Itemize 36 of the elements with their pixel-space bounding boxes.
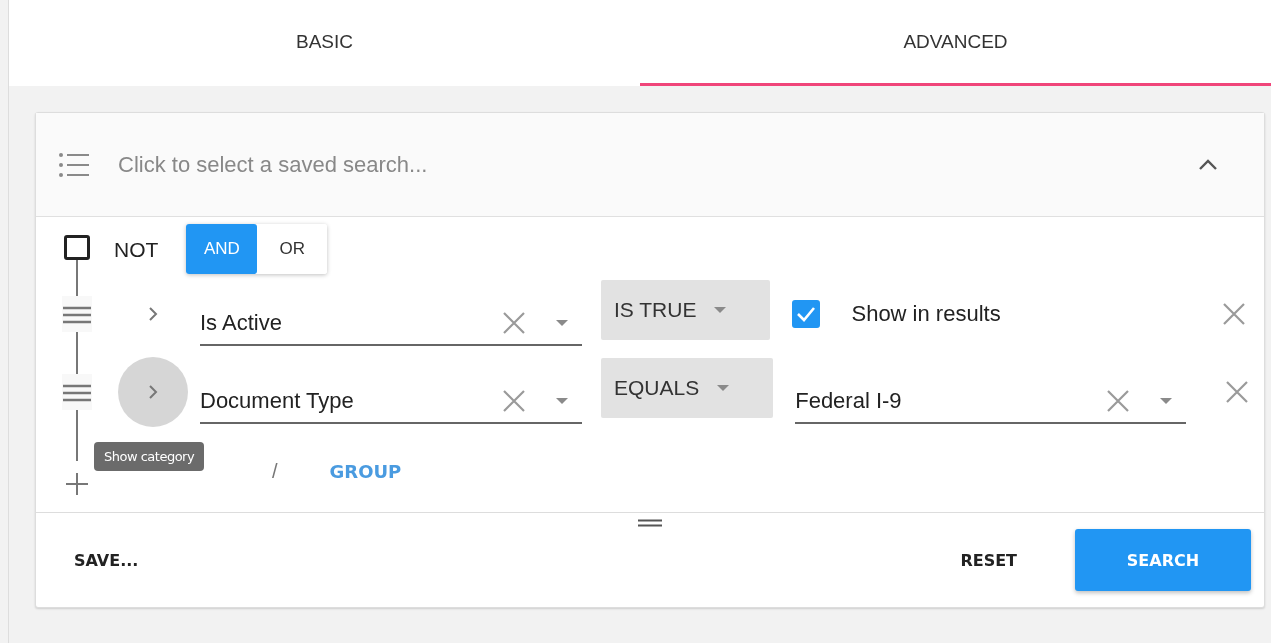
check-icon [796, 306, 817, 322]
drag-icon [63, 384, 91, 402]
field-select[interactable]: Document Type [200, 380, 582, 424]
clear-icon[interactable] [502, 389, 526, 413]
clear-icon[interactable] [1106, 389, 1131, 413]
saved-search-field[interactable]: Click to select a saved search... [116, 150, 1198, 179]
add-icon[interactable] [66, 473, 88, 495]
dropdown-caret-icon[interactable] [714, 307, 727, 313]
tooltip: Show category [94, 442, 205, 471]
show-checkbox[interactable] [792, 300, 821, 328]
dropdown-caret-icon[interactable] [556, 398, 568, 404]
remove-rule-icon[interactable] [1222, 302, 1247, 326]
remove-rule-icon[interactable] [1225, 380, 1250, 404]
resize-handle-icon[interactable] [638, 519, 662, 527]
reset-button[interactable]: RESET [960, 550, 1017, 570]
separator: / [272, 459, 278, 483]
dropdown-caret-icon[interactable] [556, 320, 568, 326]
not-label: NOT [114, 238, 159, 262]
dropdown-caret-icon[interactable] [717, 385, 730, 391]
clear-icon[interactable] [502, 311, 526, 335]
list-icon [58, 151, 90, 178]
checkbox-label: Show in results [851, 301, 1001, 327]
field-select[interactable]: Is Active [200, 302, 582, 346]
dropdown-caret-icon[interactable] [1160, 398, 1173, 404]
save-button[interactable]: SAVE... [74, 550, 139, 570]
chevron-right-icon [148, 306, 158, 322]
chevron-right-icon [148, 384, 158, 400]
collapse-icon[interactable] [1198, 158, 1218, 171]
not-checkbox[interactable] [64, 235, 90, 260]
operator-select[interactable]: IS TRUE [601, 280, 771, 340]
drag-handle[interactable] [62, 296, 92, 332]
drag-handle[interactable] [62, 374, 92, 410]
value-select[interactable]: Federal I-9 [795, 380, 1187, 424]
operator-select[interactable]: EQUALS [601, 358, 774, 418]
drag-icon [63, 306, 91, 324]
combinator-toggle[interactable]: OR [257, 224, 328, 274]
